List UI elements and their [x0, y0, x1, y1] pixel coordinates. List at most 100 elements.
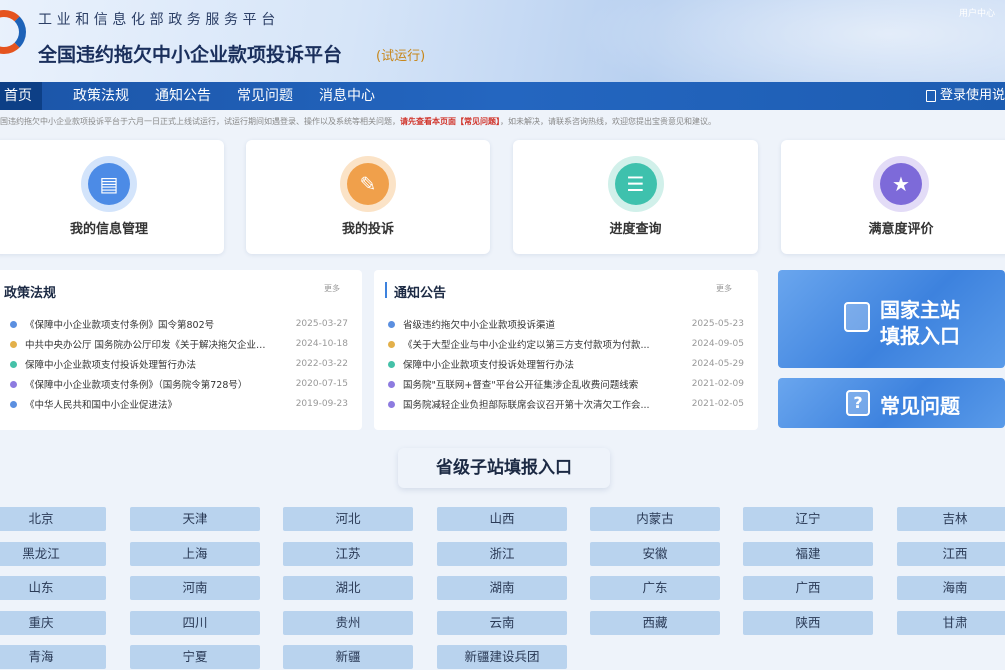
province-button[interactable]: 浙江 [437, 541, 567, 566]
bullet-dot-icon [10, 400, 17, 408]
province-button[interactable]: 湖北 [283, 576, 413, 600]
province-button[interactable]: 江苏 [283, 541, 413, 566]
card-satisfaction[interactable]: ★ 满意度评价 [781, 140, 1005, 254]
province-button[interactable]: 北京 [0, 507, 106, 531]
card-icon-ring: ★ [873, 156, 929, 212]
nav-home[interactable]: 首页 [0, 82, 42, 110]
edit-document-icon: ✎ [347, 163, 389, 205]
card-icon-ring: ☰ [607, 156, 664, 212]
policy-panel: 政策法规 更多 《保障中小企业款项支付条例》国令第802号 2025-03-27 中… [0, 270, 362, 430]
list-item-title: 省级违约拖欠中小企业款项投诉渠道 [403, 320, 556, 331]
bullet-dot-icon [10, 360, 17, 368]
policy-more-link[interactable]: 更多 [324, 283, 340, 294]
list-item-title: 保障中小企业款项支付投诉处理暂行办法 [25, 360, 197, 371]
province-button[interactable]: 河北 [283, 507, 413, 531]
province-button[interactable]: 贵州 [283, 610, 413, 635]
list-item-title: 保障中小企业款项支付投诉处理暂行办法 [403, 360, 575, 371]
list-item-date: 2021-02-05 [691, 399, 744, 409]
list-item[interactable]: 《关于大型企业与中小企业约定以第三方支付款项为付款... 2024-09-05 [388, 334, 744, 354]
list-item[interactable]: 《保障中小企业款项支付条例》国令第802号 2025-03-27 [10, 314, 348, 334]
list-item-title: 国务院减轻企业负担部际联席会议召开第十次清欠工作会... [403, 400, 650, 411]
province-button[interactable]: 广东 [590, 576, 720, 600]
announce-panel: 通知公告 更多 省级违约拖欠中小企业款项投诉渠道 2025-05-23 《关于大型企… [374, 270, 758, 430]
list-item[interactable]: 中共中央办公厅 国务院办公厅印发《关于解决拖欠企业账... 2024-10-18 [10, 334, 348, 354]
province-button[interactable]: 四川 [130, 610, 260, 635]
login-guide-label: 登录使用说 [939, 88, 1005, 103]
list-item-date: 2022-03-22 [295, 359, 348, 369]
province-button[interactable]: 上海 [130, 541, 260, 566]
nav-announce[interactable]: 通知公告 [142, 82, 224, 110]
list-item-date: 2019-09-23 [295, 399, 348, 409]
province-button[interactable]: 山东 [0, 576, 106, 600]
province-button[interactable]: 河南 [130, 576, 260, 600]
card-label: 满意度评价 [868, 222, 934, 237]
card-label: 我的信息管理 [69, 222, 148, 237]
national-portal-line2: 填报入口 [880, 324, 960, 348]
list-item[interactable]: 国务院减轻企业负担部际联席会议召开第十次清欠工作会... 2021-02-05 [388, 394, 744, 414]
card-icon-ring: ▤ [81, 156, 137, 212]
national-portal-line1: 国家主站 [880, 298, 960, 322]
announce-more-link[interactable]: 更多 [716, 283, 732, 294]
province-button[interactable]: 辽宁 [743, 507, 873, 531]
list-item[interactable]: 国务院"互联网+督查"平台公开征集涉企乱收费问题线索 2021-02-09 [388, 374, 744, 394]
bullet-dot-icon [10, 380, 17, 388]
national-portal-button[interactable]: 国家主站 填报入口 [778, 270, 1005, 368]
title-bar-marker [385, 282, 387, 298]
card-my-complaints[interactable]: ✎ 我的投诉 [246, 140, 490, 254]
list-item[interactable]: 省级违约拖欠中小企业款项投诉渠道 2025-05-23 [388, 314, 744, 334]
bullet-dot-icon [10, 340, 17, 348]
list-item-title: 《保障中小企业款项支付条例》（国务院令第728号） [25, 380, 248, 391]
card-info-management[interactable]: ▤ 我的信息管理 [0, 140, 224, 254]
faq-button[interactable]: ? 常见问题 [778, 378, 1005, 428]
province-button[interactable]: 天津 [130, 507, 260, 531]
list-item[interactable]: 《中华人民共和国中小企业促进法》 2019-09-23 [10, 394, 348, 414]
province-button[interactable]: 安徽 [590, 541, 720, 566]
province-button[interactable]: 江西 [897, 541, 1005, 566]
card-progress-query[interactable]: ☰ 进度查询 [513, 140, 758, 254]
province-button[interactable]: 西藏 [590, 610, 720, 635]
province-button[interactable]: 宁夏 [130, 645, 260, 669]
list-item-date: 2024-09-05 [691, 339, 744, 349]
list-item-date: 2021-02-09 [691, 379, 744, 389]
province-button[interactable]: 海南 [897, 576, 1005, 600]
province-button[interactable]: 内蒙古 [590, 507, 720, 531]
nav-policy[interactable]: 政策法规 [60, 82, 142, 110]
province-button[interactable]: 山西 [437, 507, 567, 531]
province-button[interactable]: 黑龙江 [0, 541, 106, 566]
nav-faq[interactable]: 常见问题 [224, 82, 306, 110]
notice-bar: 国违约拖欠中小企业款项投诉平台于六月一日正式上线试运行，试运行期间如遇登录、操作… [0, 116, 1005, 127]
card-label: 进度查询 [609, 222, 662, 237]
province-button[interactable]: 青海 [0, 645, 106, 669]
province-button[interactable]: 福建 [743, 541, 873, 566]
user-center-link[interactable]: 用户中心 [959, 6, 995, 19]
login-guide-link[interactable]: 登录使用说 [925, 82, 1005, 110]
list-item-title: 国务院"互联网+督查"平台公开征集涉企乱收费问题线索 [403, 380, 639, 391]
province-button[interactable]: 吉林 [897, 507, 1005, 531]
faq-label: 常见问题 [880, 394, 960, 418]
province-button[interactable]: 陕西 [743, 610, 873, 635]
list-item-title: 《关于大型企业与中小企业约定以第三方支付款项为付款... [403, 340, 650, 351]
province-button[interactable]: 重庆 [0, 610, 106, 635]
province-button[interactable]: 新疆建设兵团 [437, 645, 567, 669]
main-nav: 首页 政策法规 通知公告 常见问题 消息中心 登录使用说 [0, 82, 1005, 110]
policy-title: 政策法规 [4, 286, 57, 301]
province-button[interactable]: 新疆 [283, 645, 413, 669]
site-header: 工业和信息化部政务服务平台 全国违约拖欠中小企业款项投诉平台 (试运行) 用户中… [0, 0, 1005, 82]
province-button[interactable]: 甘肃 [897, 610, 1005, 635]
nav-messages[interactable]: 消息中心 [306, 82, 388, 110]
list-item[interactable]: 保障中小企业款项支付投诉处理暂行办法 2024-05-29 [388, 354, 744, 374]
document-icon [925, 90, 936, 102]
id-card-icon: ▤ [88, 163, 130, 205]
list-item[interactable]: 保障中小企业款项支付投诉处理暂行办法 2022-03-22 [10, 354, 348, 374]
list-item-date: 2020-07-15 [295, 379, 348, 389]
list-item[interactable]: 《保障中小企业款项支付条例》（国务院令第728号） 2020-07-15 [10, 374, 348, 394]
province-button[interactable]: 云南 [437, 610, 567, 635]
notice-text: 国违约拖欠中小企业款项投诉平台于六月一日正式上线试运行，试运行期间如遇登录、操作… [0, 117, 400, 126]
province-button[interactable]: 湖南 [437, 576, 567, 600]
notice-faq-link[interactable]: 请先查看本页面【常见问题】 [400, 117, 500, 126]
bullet-dot-icon [10, 320, 17, 328]
bullet-dot-icon [388, 360, 395, 368]
province-button[interactable]: 广西 [743, 576, 873, 600]
list-item-title: 中共中央办公厅 国务院办公厅印发《关于解决拖欠企业账... [25, 340, 273, 351]
list-item-title: 《保障中小企业款项支付条例》国令第802号 [25, 320, 215, 331]
